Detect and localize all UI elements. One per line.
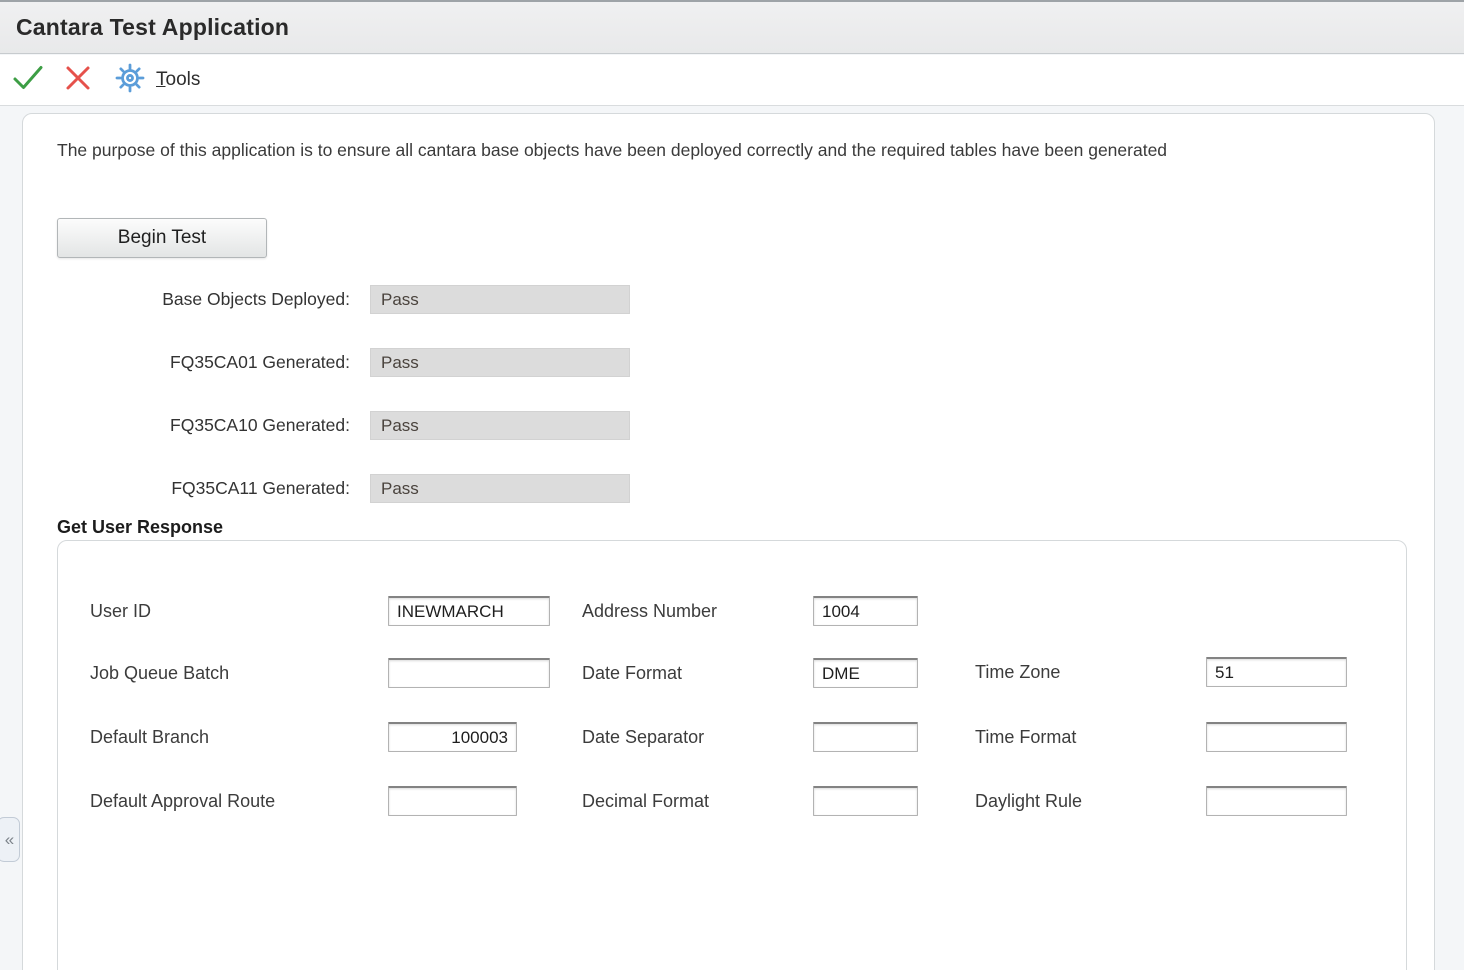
tools-label: Tools (156, 69, 200, 91)
confirm-button[interactable] (6, 58, 50, 102)
job-queue-batch-field[interactable] (388, 658, 550, 688)
time-zone-field[interactable] (1206, 657, 1347, 687)
decimal-format-label: Decimal Format (582, 786, 709, 816)
page-title: Cantara Test Application (16, 14, 289, 41)
status-label-fq35ca01: FQ35CA01 Generated: (57, 348, 350, 377)
cancel-button[interactable] (56, 58, 100, 102)
status-value-fq35ca10: Pass (370, 411, 630, 440)
status-value-fq35ca11: Pass (370, 474, 630, 503)
status-label-base-objects: Base Objects Deployed: (57, 285, 350, 314)
x-icon (60, 60, 96, 101)
default-approval-route-field[interactable] (388, 786, 517, 816)
get-user-response-group-box (57, 540, 1407, 970)
check-icon (10, 60, 46, 101)
address-number-label: Address Number (582, 596, 717, 626)
sidebar-collapse-button[interactable]: « (0, 817, 20, 862)
title-bar: Cantara Test Application (0, 2, 1464, 54)
toolbar: Tools (0, 55, 1464, 106)
date-separator-label: Date Separator (582, 722, 704, 752)
double-chevron-left-icon: « (3, 830, 14, 850)
status-label-fq35ca11: FQ35CA11 Generated: (57, 474, 350, 503)
job-queue-batch-label: Job Queue Batch (90, 658, 229, 688)
status-value-base-objects: Pass (370, 285, 630, 314)
date-format-label: Date Format (582, 658, 682, 688)
section-title-get-user-response: Get User Response (57, 517, 223, 538)
user-id-label: User ID (90, 596, 151, 626)
daylight-rule-label: Daylight Rule (975, 786, 1082, 816)
date-separator-field[interactable] (813, 722, 918, 752)
gear-icon (114, 62, 146, 99)
address-number-field[interactable] (813, 596, 918, 626)
date-format-field[interactable] (813, 658, 918, 688)
tools-menu[interactable]: Tools (114, 62, 200, 99)
begin-test-button[interactable]: Begin Test (57, 218, 267, 258)
user-id-field[interactable] (388, 596, 550, 626)
purpose-text: The purpose of this application is to en… (57, 139, 1357, 162)
time-format-field[interactable] (1206, 722, 1347, 752)
default-branch-field[interactable] (388, 722, 517, 752)
app-window: Cantara Test Application (0, 0, 1464, 970)
decimal-format-field[interactable] (813, 786, 918, 816)
status-value-fq35ca01: Pass (370, 348, 630, 377)
daylight-rule-field[interactable] (1206, 786, 1347, 816)
status-label-fq35ca10: FQ35CA10 Generated: (57, 411, 350, 440)
time-format-label: Time Format (975, 722, 1076, 752)
default-approval-route-label: Default Approval Route (90, 786, 275, 816)
default-branch-label: Default Branch (90, 722, 209, 752)
time-zone-label: Time Zone (975, 657, 1060, 687)
